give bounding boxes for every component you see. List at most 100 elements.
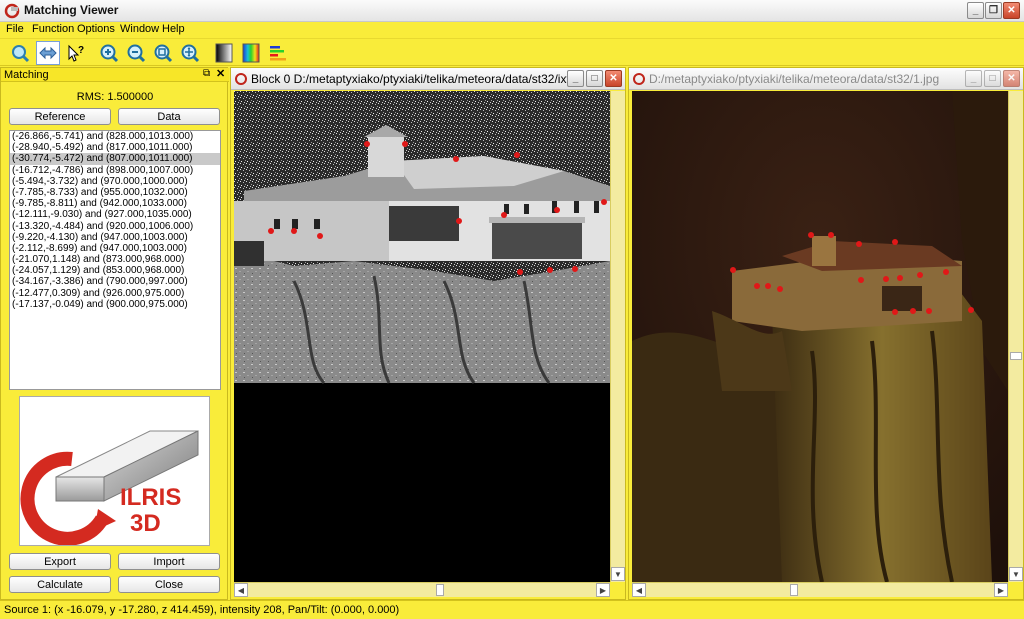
match-marker[interactable]	[730, 267, 736, 273]
scroll-left-icon[interactable]: ◀	[632, 583, 646, 597]
match-pair-row[interactable]: (-5.494,-3.732) and (970.000,1000.000)	[10, 176, 220, 187]
scan-view-maximize-button[interactable]: □	[586, 70, 603, 87]
export-button[interactable]: Export	[9, 553, 111, 570]
match-pair-row[interactable]: (-2.112,-8.699) and (947.000,1003.000)	[10, 243, 220, 254]
match-pair-row[interactable]: (-21.070,1.148) and (873.000,968.000)	[10, 254, 220, 265]
match-marker[interactable]	[514, 152, 520, 158]
scan-view-horizontal-scrollbar[interactable]: ◀ ▶	[234, 582, 610, 597]
scroll-thumb[interactable]	[436, 584, 444, 596]
zoom-center-button[interactable]	[178, 41, 202, 65]
menu-window[interactable]: Window	[120, 23, 159, 35]
scan-view-vertical-scrollbar[interactable]: ▼	[610, 91, 625, 582]
match-marker[interactable]	[268, 228, 274, 234]
photo-view-close-button[interactable]: ✕	[1003, 70, 1020, 87]
match-pair-row[interactable]: (-26.866,-5.741) and (828.000,1013.000)	[10, 131, 220, 142]
menu-options[interactable]: Options	[77, 23, 115, 35]
scroll-down-icon[interactable]: ▼	[1009, 567, 1023, 581]
close-panel-button[interactable]: Close	[118, 576, 220, 593]
match-marker[interactable]	[547, 267, 553, 273]
photo-view-horizontal-scrollbar[interactable]: ◀ ▶	[632, 582, 1008, 597]
scan-view-close-button[interactable]: ✕	[605, 70, 622, 87]
zoom-out-button[interactable]	[124, 41, 148, 65]
match-marker[interactable]	[828, 232, 834, 238]
match-marker[interactable]	[856, 241, 862, 247]
window-title-bar[interactable]: Matching Viewer _ ❐ ✕	[0, 0, 1024, 22]
maximize-button[interactable]: ❐	[985, 2, 1002, 19]
match-pair-row[interactable]: (-9.220,-4.130) and (947.000,1003.000)	[10, 232, 220, 243]
match-pair-row[interactable]: (-30.774,-5.472) and (807.000,1011.000)	[10, 153, 220, 165]
match-pair-row[interactable]: (-28.940,-5.492) and (817.000,1011.000)	[10, 142, 220, 153]
menu-file[interactable]: File	[6, 23, 24, 35]
scroll-right-icon[interactable]: ▶	[596, 583, 610, 597]
match-pair-row[interactable]: (-12.477,0.309) and (926.000,975.000)	[10, 288, 220, 299]
match-marker[interactable]	[601, 199, 607, 205]
scan-view-titlebar[interactable]: Block 0 D:/metaptyxiako/ptyxiaki/telika/…	[231, 68, 625, 90]
float-panel-icon[interactable]: ⧉	[203, 68, 210, 79]
close-button[interactable]: ✕	[1003, 2, 1020, 19]
match-marker[interactable]	[572, 266, 578, 272]
magnifier-button[interactable]	[8, 41, 32, 65]
match-marker[interactable]	[364, 141, 370, 147]
pointer-help-button[interactable]: ?	[63, 41, 87, 65]
minimize-button[interactable]: _	[967, 2, 984, 19]
scan-view-minimize-button[interactable]: _	[567, 70, 584, 87]
menu-function[interactable]: Function	[32, 23, 74, 35]
match-marker[interactable]	[917, 272, 923, 278]
reference-button[interactable]: Reference	[9, 108, 111, 125]
close-panel-icon[interactable]: ✕	[216, 67, 225, 80]
photo-view-canvas[interactable]	[632, 91, 1008, 582]
photo-view-maximize-button[interactable]: □	[984, 70, 1001, 87]
match-pair-row[interactable]: (-12.111,-9.030) and (927.000,1035.000)	[10, 209, 220, 220]
match-pair-row[interactable]: (-9.785,-8.811) and (942.000,1033.000)	[10, 198, 220, 209]
color-scale-button[interactable]	[266, 41, 290, 65]
match-marker[interactable]	[291, 228, 297, 234]
rainbow-gradient-icon	[242, 43, 260, 63]
match-pair-row[interactable]: (-17.137,-0.049) and (900.000,975.000)	[10, 299, 220, 310]
match-marker[interactable]	[910, 308, 916, 314]
scroll-thumb[interactable]	[790, 584, 798, 596]
zoom-in-button[interactable]	[97, 41, 121, 65]
match-marker[interactable]	[808, 232, 814, 238]
match-pair-row[interactable]: (-7.785,-8.733) and (955.000,1032.000)	[10, 187, 220, 198]
data-button[interactable]: Data	[118, 108, 220, 125]
match-marker[interactable]	[883, 276, 889, 282]
photo-view-titlebar[interactable]: D:/metaptyxiako/ptyxiaki/telika/meteora/…	[629, 68, 1023, 90]
match-marker[interactable]	[897, 275, 903, 281]
match-pair-row[interactable]: (-13.320,-4.484) and (920.000,1006.000)	[10, 221, 220, 232]
match-pairs-list[interactable]: (-26.866,-5.741) and (828.000,1013.000)(…	[9, 130, 221, 390]
pan-button[interactable]	[36, 41, 60, 65]
match-pair-row[interactable]: (-24.057,1.129) and (853.000,968.000)	[10, 265, 220, 276]
match-pair-row[interactable]: (-34.167,-3.386) and (790.000,997.000)	[10, 276, 220, 287]
calculate-button[interactable]: Calculate	[9, 576, 111, 593]
match-marker[interactable]	[456, 218, 462, 224]
match-marker[interactable]	[943, 269, 949, 275]
match-marker[interactable]	[402, 141, 408, 147]
match-marker[interactable]	[554, 207, 560, 213]
scroll-down-icon[interactable]: ▼	[611, 567, 625, 581]
match-marker[interactable]	[754, 283, 760, 289]
match-marker[interactable]	[517, 269, 523, 275]
match-marker[interactable]	[317, 233, 323, 239]
photo-view-vertical-scrollbar[interactable]: ▼	[1008, 91, 1023, 582]
match-marker[interactable]	[892, 239, 898, 245]
scan-view-canvas[interactable]	[234, 91, 610, 582]
menu-help[interactable]: Help	[162, 23, 185, 35]
match-marker[interactable]	[453, 156, 459, 162]
grayscale-button[interactable]	[212, 41, 236, 65]
match-marker[interactable]	[858, 277, 864, 283]
photo-view-minimize-button[interactable]: _	[965, 70, 982, 87]
zoom-fit-button[interactable]	[151, 41, 175, 65]
match-marker[interactable]	[777, 286, 783, 292]
match-marker[interactable]	[968, 307, 974, 313]
match-marker[interactable]	[501, 212, 507, 218]
import-button[interactable]: Import	[118, 553, 220, 570]
match-marker[interactable]	[765, 283, 771, 289]
rainbow-button[interactable]	[239, 41, 263, 65]
match-marker[interactable]	[926, 308, 932, 314]
scroll-right-icon[interactable]: ▶	[994, 583, 1008, 597]
scroll-left-icon[interactable]: ◀	[234, 583, 248, 597]
match-marker[interactable]	[892, 309, 898, 315]
logo-text-3d: 3D	[130, 510, 161, 537]
match-pair-row[interactable]: (-16.712,-4.786) and (898.000,1007.000)	[10, 165, 220, 176]
scroll-thumb[interactable]	[1010, 352, 1022, 360]
